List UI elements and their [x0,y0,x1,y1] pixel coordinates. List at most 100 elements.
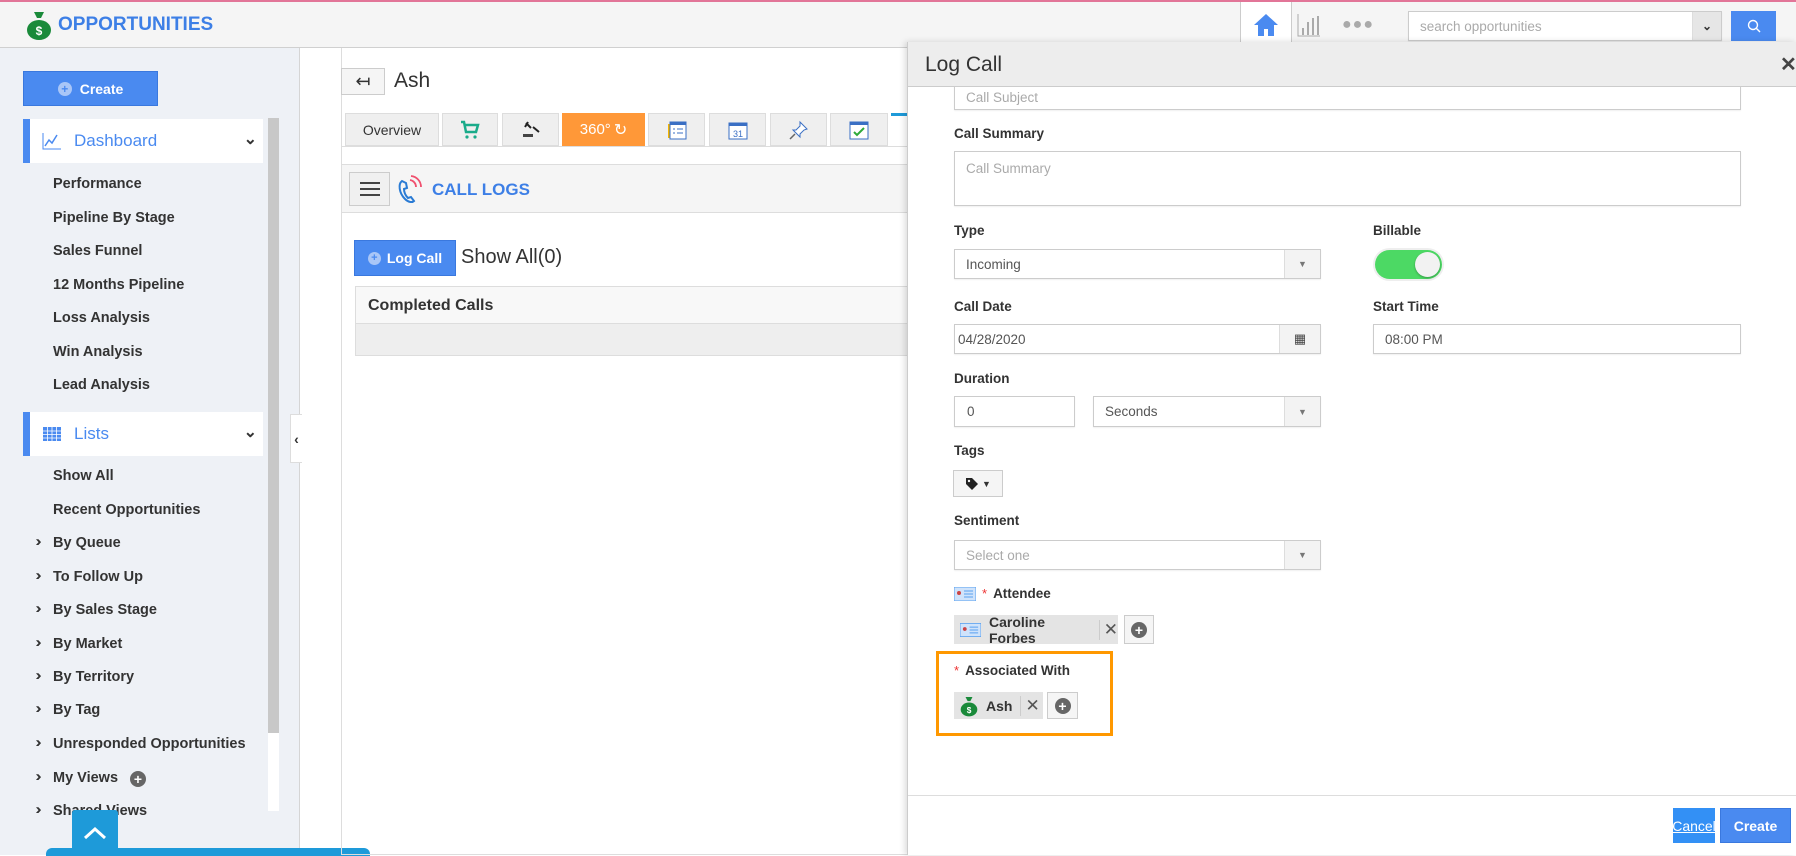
toggle-knob [1415,252,1440,277]
call-summary-textarea[interactable]: Call Summary [954,151,1741,206]
chevron-right-icon[interactable]: › [35,734,42,751]
sidebar-group-unresponded-opportunities[interactable]: Unresponded Opportunities [53,736,246,752]
chevron-down-icon[interactable]: ⌄ [1692,12,1721,40]
sidebar-group-by-market[interactable]: By Market [53,636,122,652]
scroll-top-button[interactable] [72,810,118,856]
chevron-down-icon: ⌄ [243,424,257,441]
completed-calls-header: Completed Calls [355,286,908,324]
svg-text:$: $ [36,24,43,38]
log-call-modal: Log Call ✕ Call Subject Call Summary Cal… [907,42,1796,855]
create-button[interactable]: + Create [23,71,158,106]
svg-text:$: $ [967,704,972,714]
top-header: $ OPPORTUNITIES ●●● search opportunities… [0,0,1796,48]
back-button[interactable]: ↤ [341,68,385,95]
chevron-right-icon[interactable]: › [35,533,42,550]
pin-icon [788,120,808,140]
more-icon[interactable]: ●●● [1342,16,1374,34]
scrollbar-track[interactable] [268,118,279,811]
sidebar-item-performance[interactable]: Performance [53,176,142,192]
log-call-button[interactable]: + Log Call [354,240,456,276]
sidebar-item-show-all[interactable]: Show All [53,468,114,484]
chevron-right-icon[interactable]: › [35,700,42,717]
hamburger-icon [359,182,380,196]
search-button[interactable] [1731,11,1776,41]
attendee-label: Attendee [993,586,1051,601]
sidebar-group-by-territory[interactable]: By Territory [53,669,134,685]
tag-icon [966,477,979,490]
sidebar-section-lists[interactable]: Lists ⌄ [23,412,263,456]
tab-360[interactable]: 360° ↻ [562,113,645,146]
chevron-right-icon[interactable]: › [35,667,42,684]
sidebar-item-win-analysis[interactable]: Win Analysis [53,344,143,360]
contact-card-icon [960,622,981,637]
plus-icon: + [367,251,381,265]
chevron-right-icon[interactable]: › [35,634,42,651]
duration-value: 0 [967,404,975,419]
add-association-button[interactable]: + [1047,692,1078,719]
remove-icon[interactable]: ✕ [1098,619,1118,640]
duration-label: Duration [954,371,1010,386]
sidebar-item-pipeline-by-stage[interactable]: Pipeline By Stage [53,210,175,226]
sidebar-item-lead-analysis[interactable]: Lead Analysis [53,377,150,393]
sidebar-item-sales-funnel[interactable]: Sales Funnel [53,243,142,259]
sidebar-item-loss-analysis[interactable]: Loss Analysis [53,310,150,326]
type-label: Type [954,223,985,238]
caret-down-icon: ▼ [1284,397,1320,426]
sentiment-select[interactable]: Select one ▼ [954,540,1321,570]
tab-indicator [891,113,907,116]
sidebar-group-by-queue[interactable]: By Queue [53,535,121,551]
create-call-button[interactable]: Create [1720,808,1791,843]
sidebar-item-12-months-pipeline[interactable]: 12 Months Pipeline [53,277,184,293]
call-date-label: Call Date [954,299,1012,314]
tab-auction[interactable] [502,113,559,146]
tab-calendar[interactable]: 31 [709,113,766,146]
type-select[interactable]: Incoming ▼ [954,249,1321,279]
tab-products[interactable] [442,113,498,146]
dashboard-icon [42,133,61,150]
chevron-right-icon[interactable]: › [35,600,42,617]
required-mark: * [954,663,960,678]
search-input[interactable]: search opportunities ⌄ [1408,11,1722,41]
duration-input[interactable]: 0 [954,396,1075,427]
sidebar-group-by-tag[interactable]: By Tag [53,702,100,718]
add-attendee-button[interactable]: + [1124,615,1154,644]
chevron-right-icon[interactable]: › [35,768,42,785]
chart-icon[interactable] [1296,12,1322,38]
billable-toggle[interactable] [1375,250,1442,279]
sidebar-item-recent-opportunities[interactable]: Recent Opportunities [53,502,200,518]
calendar-icon[interactable]: ▦ [1279,325,1320,353]
associated-name: Ash [986,697,1013,714]
cart-icon [461,120,480,139]
call-date-input[interactable]: 04/28/2020 ▦ [954,324,1321,354]
call-summary-label: Call Summary [954,126,1045,141]
sidebar-group-by-sales-stage[interactable]: By Sales Stage [53,602,157,618]
plus-icon: + [57,81,72,96]
table-icon [43,427,61,441]
refresh-icon: ↻ [613,121,628,139]
tags-dropdown-button[interactable]: ▼ [953,470,1003,497]
gavel-icon [522,120,540,137]
call-logs-header [342,165,908,213]
sidebar-group-to-follow-up[interactable]: To Follow Up [53,569,143,585]
record-title: Ash [394,69,431,92]
cancel-button[interactable]: Cancel [1672,808,1716,843]
menu-button[interactable] [349,172,390,206]
tab-overview[interactable]: Overview [345,113,439,146]
chevron-right-icon[interactable]: › [35,567,42,584]
tab-notes[interactable] [648,113,705,146]
tab-pins[interactable] [770,113,827,146]
sidebar-section-dashboard[interactable]: Dashboard ⌄ [23,119,263,163]
close-icon[interactable]: ✕ [1780,52,1796,77]
scrollbar-thumb[interactable] [268,118,279,733]
collapse-sidebar-button[interactable]: ‹ [290,414,302,463]
chevron-right-icon[interactable]: › [35,801,42,818]
add-view-icon[interactable]: + [130,771,146,787]
show-all-link[interactable]: Show All(0) [461,246,562,269]
sidebar-group-my-views[interactable]: My Views [53,770,118,786]
duration-unit-select[interactable]: Seconds ▼ [1093,396,1321,427]
log-call-label: Log Call [386,250,443,266]
start-time-input[interactable]: 08:00 PM [1373,324,1741,354]
remove-icon[interactable]: ✕ [1020,695,1040,716]
tab-tasks[interactable] [830,113,888,146]
section-label: Lists [74,424,109,443]
